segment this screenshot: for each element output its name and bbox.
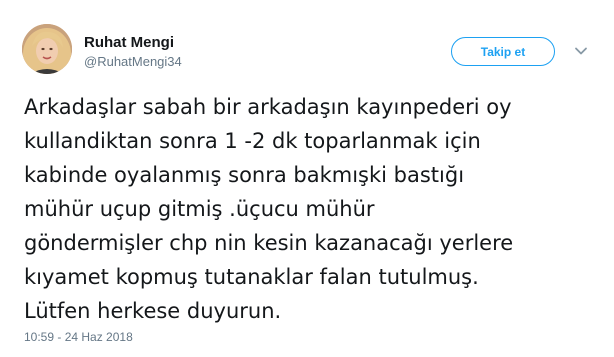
tweet-line: göndermişler chp nin kesin kazanacağı ye… bbox=[24, 231, 514, 255]
tweet-card: Ruhat Mengi @RuhatMengi34 Takip et Arkad… bbox=[0, 0, 614, 357]
tweet-line: mühür uçup gitmiş .üçucu mühür bbox=[24, 197, 375, 221]
chevron-down-icon[interactable] bbox=[572, 42, 590, 60]
display-name[interactable]: Ruhat Mengi bbox=[84, 34, 182, 52]
avatar[interactable] bbox=[22, 24, 72, 74]
follow-button[interactable]: Takip et bbox=[451, 37, 555, 66]
tweet-line: Lütfen herkese duyurun. bbox=[24, 299, 282, 323]
tweet-line: kullandiktan sonra 1 -2 dk toparlanmak i… bbox=[24, 129, 481, 153]
author-block: Ruhat Mengi @RuhatMengi34 bbox=[84, 34, 182, 71]
username[interactable]: @RuhatMengi34 bbox=[84, 53, 182, 71]
timestamp-link[interactable]: 10:59 - 24 Haz 2018 bbox=[24, 330, 133, 344]
tweet-line: kıyamet kopmuş tutanaklar falan tutulmuş… bbox=[24, 265, 479, 289]
avatar-image bbox=[22, 24, 72, 74]
tweet-line: Arkadaşlar sabah bir arkadaşın kayınpede… bbox=[24, 95, 512, 119]
tweet-line: kabinde oyalanmış sonra bakmışki bastığı bbox=[24, 163, 465, 187]
tweet-text: Arkadaşlar sabah bir arkadaşın kayınpede… bbox=[24, 90, 594, 328]
